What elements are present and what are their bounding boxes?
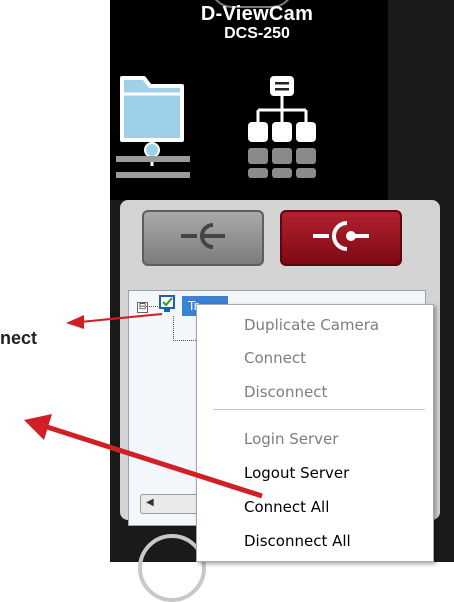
arrow-to-tree-node <box>66 313 163 329</box>
arrow-to-connect-all <box>24 414 263 499</box>
annotation-arrows <box>24 313 263 499</box>
